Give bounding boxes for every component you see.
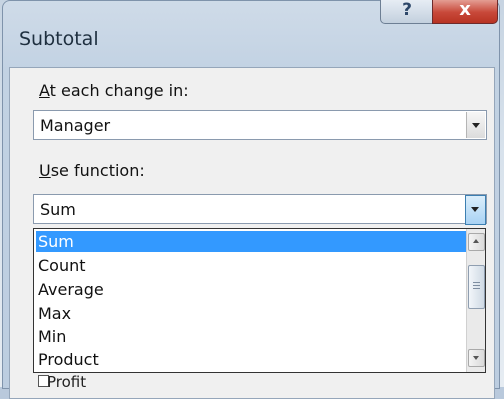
function-field-label: Use function: (39, 161, 145, 180)
subtotal-dialog: Subtotal ? x At each change in: Manager … (2, 0, 500, 399)
list-item-sum[interactable]: Sum (36, 231, 466, 252)
close-button[interactable]: x (432, 0, 498, 24)
list-item-average[interactable]: Average (36, 279, 466, 300)
chevron-down-icon (471, 207, 479, 212)
function-field-combobox[interactable]: Sum (33, 194, 487, 225)
function-field-dropdown-button[interactable] (465, 195, 486, 225)
function-field-value: Sum (40, 200, 76, 219)
close-icon: x (459, 0, 471, 20)
scroll-down-button[interactable] (468, 349, 485, 367)
change-field-combobox[interactable]: Manager (33, 110, 487, 140)
grip-line (473, 285, 480, 286)
partial-list-item-profit: Profit (47, 373, 87, 391)
help-icon: ? (402, 0, 412, 20)
list-item-count[interactable]: Count (36, 255, 466, 276)
scroll-up-button[interactable] (468, 233, 485, 251)
change-field-label: At each change in: (39, 81, 189, 100)
chevron-down-icon (473, 356, 479, 360)
chevron-up-icon (473, 239, 479, 243)
help-button[interactable]: ? (380, 0, 434, 24)
title-bar: Subtotal ? x (3, 0, 499, 71)
change-field-value: Manager (40, 116, 111, 135)
list-item-product[interactable]: Product (36, 349, 466, 370)
chevron-down-icon (472, 123, 480, 128)
list-scrollbar[interactable] (466, 229, 485, 372)
scroll-thumb[interactable] (468, 265, 485, 309)
list-item-max[interactable]: Max (36, 303, 466, 324)
dialog-title: Subtotal (19, 28, 99, 50)
grip-line (473, 288, 480, 289)
function-options-list[interactable]: Sum Count Average Max Min Product (33, 228, 486, 373)
grip-line (473, 282, 480, 283)
list-item-min[interactable]: Min (36, 326, 466, 347)
change-field-dropdown-button[interactable] (466, 112, 485, 138)
